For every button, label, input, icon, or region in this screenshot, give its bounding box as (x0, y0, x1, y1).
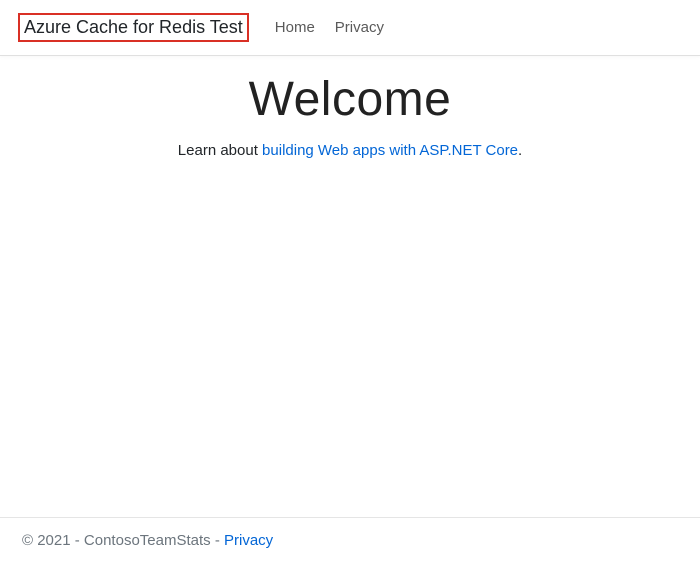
page-title: Welcome (0, 72, 700, 127)
nav-link-privacy[interactable]: Privacy (325, 13, 394, 42)
nav-links: Home Privacy (265, 13, 394, 42)
lead-link[interactable]: building Web apps with ASP.NET Core (262, 142, 518, 159)
footer: © 2021 - ContosoTeamStats - Privacy (0, 517, 700, 573)
nav-link-home[interactable]: Home (265, 13, 325, 42)
main-content: Welcome Learn about building Web apps wi… (0, 56, 700, 500)
footer-copyright: © 2021 - ContosoTeamStats - (22, 532, 224, 549)
lead-prefix: Learn about (178, 142, 262, 159)
lead-paragraph: Learn about building Web apps with ASP.N… (0, 142, 700, 159)
lead-suffix: . (518, 142, 522, 159)
footer-privacy-link[interactable]: Privacy (224, 532, 273, 549)
brand-highlight-box: Azure Cache for Redis Test (18, 13, 249, 42)
navbar: Azure Cache for Redis Test Home Privacy (0, 0, 700, 56)
brand-link[interactable]: Azure Cache for Redis Test (24, 17, 243, 37)
